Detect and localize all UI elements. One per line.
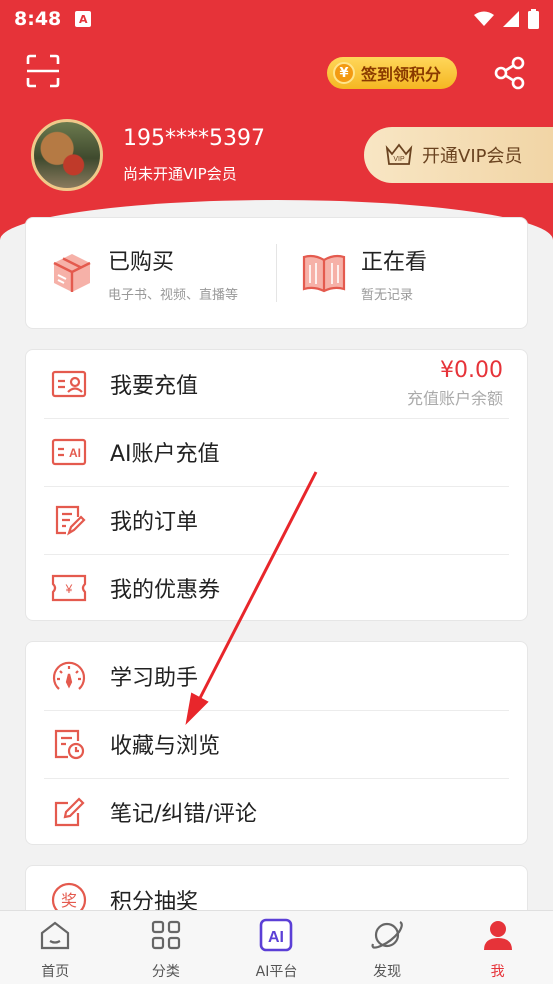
checkin-label: 签到领积分 — [361, 65, 442, 84]
grid-icon — [148, 917, 184, 953]
coupons-label: 我的优惠券 — [110, 578, 221, 603]
ai-platform-icon: AI — [258, 917, 294, 953]
purchased-subtitle: 电子书、视频、直播等 — [108, 287, 239, 303]
notes-label: 笔记/纠错/评论 — [110, 802, 257, 827]
scan-icon[interactable] — [26, 54, 60, 88]
favorites-label: 收藏与浏览 — [110, 734, 221, 759]
user-icon — [480, 917, 516, 953]
username[interactable]: 195****5397 — [123, 126, 265, 151]
vip-crown-icon: VIP — [385, 143, 413, 165]
battery-icon — [528, 9, 539, 29]
tab-bar: 首页 分类 AI AI平台 发现 我 — [0, 910, 553, 984]
library-card: 已购买 电子书、视频、直播等 正在看 暂无记录 — [25, 217, 528, 329]
ai-recharge-row[interactable]: AI AI账户充值 — [26, 418, 527, 486]
assistant-label: 学习助手 — [110, 666, 199, 691]
tab-home[interactable]: 首页 — [0, 911, 111, 984]
ai-recharge-label: AI账户充值 — [110, 442, 220, 467]
signal-icon — [503, 11, 519, 27]
watching-subtitle: 暂无记录 — [361, 287, 414, 303]
tab-discover[interactable]: 发现 — [332, 911, 443, 984]
balance-label: 充值账户余额 — [406, 389, 503, 408]
edit-icon — [50, 793, 88, 831]
gauge-icon — [50, 657, 88, 695]
open-vip-label: 开通VIP会员 — [422, 146, 523, 167]
home-icon — [37, 917, 73, 953]
svg-text:AI: AI — [69, 446, 81, 460]
wallet-card: 我要充值 ¥0.00 充值账户余额 AI AI账户充值 我的订单 ¥ 我的优惠券 — [25, 349, 528, 621]
share-icon[interactable] — [493, 56, 527, 90]
coupon-icon: ¥ — [50, 569, 88, 607]
tab-me[interactable]: 我 — [442, 911, 553, 984]
svg-text:奖: 奖 — [61, 891, 77, 910]
notes-row[interactable]: 笔记/纠错/评论 — [26, 778, 527, 846]
svg-text:VIP: VIP — [393, 156, 405, 163]
assistant-row[interactable]: 学习助手 — [26, 642, 527, 710]
svg-text:AI: AI — [268, 929, 284, 946]
vip-status: 尚未开通VIP会员 — [123, 165, 237, 183]
order-icon — [50, 501, 88, 539]
tools-card: 学习助手 收藏与浏览 笔记/纠错/评论 — [25, 641, 528, 845]
orders-label: 我的订单 — [110, 510, 199, 535]
balance-amount: ¥0.00 — [440, 358, 503, 383]
planet-icon — [369, 917, 405, 953]
svg-text:¥: ¥ — [65, 582, 73, 596]
tab-discover-label: 发现 — [373, 964, 402, 980]
balance: ¥0.00 充值账户余额 — [407, 358, 503, 409]
tab-home-label: 首页 — [41, 964, 70, 980]
coin-icon: ¥ — [333, 62, 355, 84]
favorites-row[interactable]: 收藏与浏览 — [26, 710, 527, 778]
recharge-row[interactable]: 我要充值 ¥0.00 充值账户余额 — [26, 350, 527, 418]
tab-ai[interactable]: AI AI平台 — [221, 911, 332, 984]
status-bar: 8:48 A — [0, 0, 553, 38]
box-icon — [53, 254, 91, 292]
tab-me-label: 我 — [490, 964, 505, 980]
recharge-label: 我要充值 — [110, 374, 199, 399]
ai-card-icon: AI — [50, 433, 88, 471]
open-vip-button[interactable]: VIP 开通VIP会员 — [364, 127, 553, 183]
id-card-icon — [50, 365, 88, 403]
coupons-row[interactable]: ¥ 我的优惠券 — [26, 554, 527, 622]
purchased-item[interactable]: 已购买 电子书、视频、直播等 — [26, 218, 276, 328]
purchased-title: 已购买 — [108, 249, 175, 275]
checkin-button[interactable]: ¥ 签到领积分 — [327, 57, 457, 89]
avatar[interactable] — [31, 119, 103, 191]
open-book-icon — [302, 254, 346, 293]
watching-title: 正在看 — [361, 249, 428, 275]
notification-icon: A — [75, 11, 92, 27]
orders-row[interactable]: 我的订单 — [26, 486, 527, 554]
watching-item[interactable]: 正在看 暂无记录 — [277, 218, 527, 328]
tab-category-label: 分类 — [151, 964, 180, 980]
tab-ai-label: AI平台 — [255, 964, 298, 980]
wifi-icon — [474, 11, 494, 26]
tab-category[interactable]: 分类 — [111, 911, 222, 984]
status-time: 8:48 — [14, 8, 62, 30]
history-icon — [50, 725, 88, 763]
